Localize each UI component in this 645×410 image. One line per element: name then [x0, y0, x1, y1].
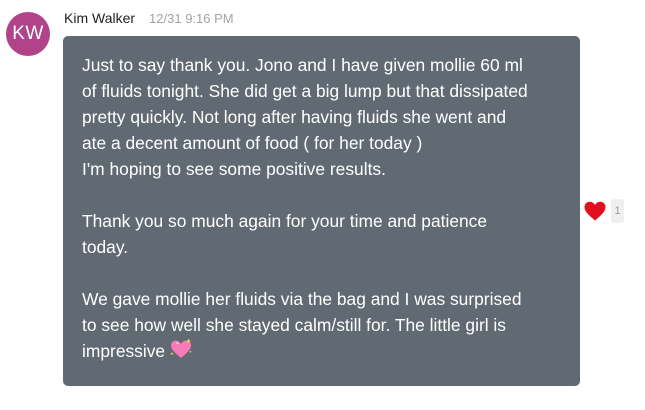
message-paragraph: Just to say thank you. Jono and I have g… [82, 55, 528, 179]
sparkling-heart-emoji [170, 338, 192, 358]
message-paragraph-last: We gave mollie her fluids via the bag an… [82, 286, 566, 364]
chat-message: KW Kim Walker 12/31 9:16 PM Just to say … [0, 0, 645, 410]
message-paragraph: Thank you so much again for your time an… [82, 211, 488, 257]
message-paragraph-text: We gave mollie her fluids via the bag an… [82, 289, 522, 361]
message-header: Kim Walker 12/31 9:16 PM [64, 10, 234, 30]
sender-name[interactable]: Kim Walker [64, 10, 135, 26]
heart-icon [584, 201, 606, 221]
reaction-badge[interactable]: 1 [583, 199, 624, 223]
reaction-count: 1 [611, 199, 624, 223]
message-timestamp: 12/31 9:16 PM [149, 11, 234, 26]
avatar[interactable]: KW [6, 12, 50, 56]
message-bubble: Just to say thank you. Jono and I have g… [63, 36, 580, 386]
